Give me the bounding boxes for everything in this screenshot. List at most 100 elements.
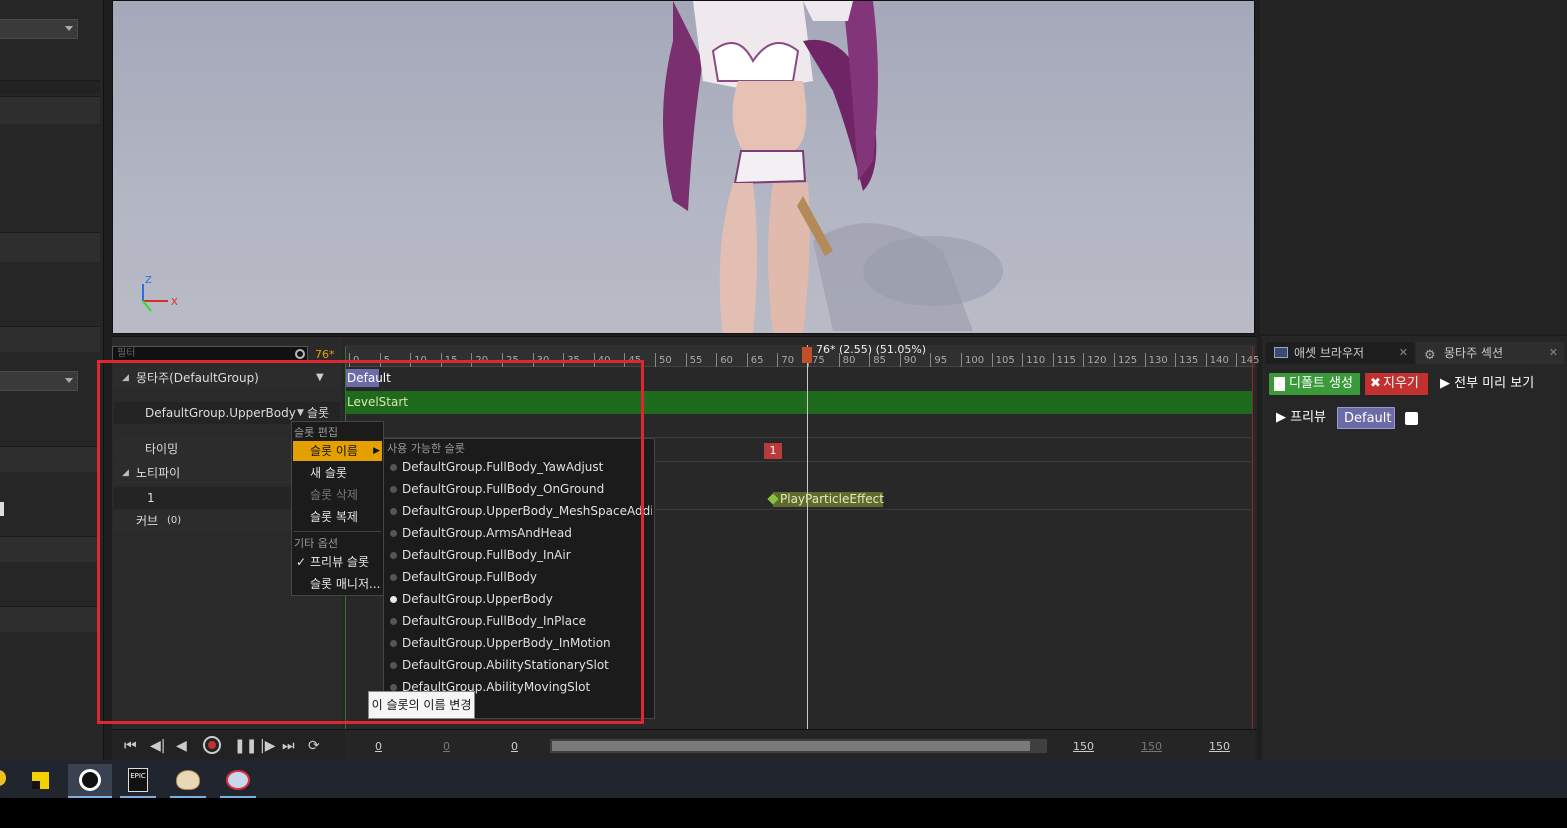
- property-row: [0, 446, 100, 472]
- preview-button[interactable]: ▶ 프리뷰: [1270, 407, 1332, 429]
- create-default-button[interactable]: 디폴트 생성: [1269, 373, 1360, 395]
- property-dropdown[interactable]: [0, 19, 78, 39]
- ruler-tick: [777, 353, 779, 367]
- right-top-panel: [1260, 0, 1567, 334]
- ruler-tick-label: 135: [1179, 355, 1199, 366]
- ruler-tick-label: 90: [903, 355, 917, 366]
- ruler-tick-label: 95: [934, 355, 948, 366]
- close-icon: ✖: [1370, 376, 1381, 391]
- range-start-3[interactable]: 0: [511, 740, 518, 753]
- ruler-tick-label: 65: [750, 355, 764, 366]
- taskbar: EPIC: [0, 760, 1567, 798]
- clear-button[interactable]: ✖ 지우기: [1365, 373, 1428, 395]
- panel-divider: [0, 80, 100, 94]
- range-end-2[interactable]: 150: [1141, 740, 1162, 753]
- ruler-tick-label: 105: [995, 355, 1015, 366]
- paint-palette-icon: [176, 770, 200, 790]
- taskbar-app-paint-3d[interactable]: [220, 764, 256, 798]
- screen-bottom: [0, 798, 1567, 828]
- property-row: [0, 606, 100, 632]
- section-default-button[interactable]: Default: [1337, 407, 1395, 429]
- range-scrollbar[interactable]: [550, 739, 1047, 753]
- ruler-tick-label: 125: [1118, 355, 1138, 366]
- ruler-tick-label: 60: [720, 355, 733, 366]
- ruler-tick-label: 85: [873, 355, 886, 366]
- ruler-tick: [1083, 353, 1085, 367]
- taskbar-app-paint[interactable]: [170, 764, 206, 798]
- step-forward-icon[interactable]: |▶: [260, 739, 275, 753]
- chevron-down-icon: [65, 378, 73, 383]
- ruler-tick-label: 120: [1087, 355, 1107, 366]
- ruler-tick: [961, 353, 962, 367]
- range-start-2[interactable]: 0: [443, 740, 450, 753]
- ruler-tick: [1175, 353, 1177, 367]
- ruler-tick-label: 50: [659, 355, 672, 366]
- ruler-tick-label: 70: [781, 355, 795, 366]
- chevron-down-icon: [65, 26, 73, 31]
- section-checkbox[interactable]: [1405, 412, 1418, 425]
- ruler-tick-label: 75: [812, 355, 825, 366]
- scrub-label: 76* (2.55) (51.05%): [816, 343, 927, 356]
- skip-to-start-icon[interactable]: ⏮: [124, 739, 137, 753]
- ruler-tick-label: 140: [1209, 355, 1229, 366]
- ruler-tick-label: 55: [689, 355, 703, 366]
- end-line: [1252, 347, 1253, 729]
- scrub-handle[interactable]: [802, 347, 812, 363]
- range-bar[interactable]: 0 0 0 150 150 150: [345, 730, 1255, 762]
- ruler-tick: [1205, 353, 1207, 367]
- property-dropdown[interactable]: [0, 371, 78, 391]
- ruler-tick: [655, 353, 656, 367]
- skip-to-end-icon[interactable]: ⏭: [282, 739, 295, 753]
- property-row: [0, 232, 100, 262]
- ruler-tick: [1144, 353, 1146, 367]
- ruler-tick: [1022, 353, 1024, 367]
- loop-icon[interactable]: ⟳: [308, 739, 320, 753]
- property-row: [0, 96, 100, 124]
- search-icon[interactable]: [295, 349, 305, 359]
- close-icon[interactable]: ✕: [1549, 342, 1558, 364]
- epic-games-icon: EPIC: [128, 768, 148, 792]
- tab-montage-sections-label: 몽타주 섹션: [1444, 346, 1504, 360]
- ruler-tick-label: 110: [1026, 355, 1046, 366]
- app-icon-partial[interactable]: [0, 770, 6, 786]
- step-back-icon[interactable]: ◀|: [150, 739, 165, 753]
- timing-marker[interactable]: 1: [764, 443, 782, 459]
- gear-icon: ⚙: [1424, 348, 1436, 363]
- ruler-tick-label: 115: [1056, 355, 1076, 366]
- axis-x-label: X: [171, 297, 178, 308]
- notify-event[interactable]: PlayParticleEffect: [773, 492, 884, 507]
- ruler-tick: [746, 353, 748, 367]
- tab-asset-browser-label: 애셋 브라우저: [1294, 346, 1365, 360]
- create-default-label: 디폴트 생성: [1289, 376, 1353, 391]
- range-scroll-thumb[interactable]: [552, 741, 1030, 751]
- range-end-1[interactable]: 150: [1073, 740, 1094, 753]
- taskbar-app-epic-games[interactable]: EPIC: [120, 764, 156, 798]
- taskbar-app-unreal-engine[interactable]: [68, 764, 112, 798]
- tab-montage-sections[interactable]: ⚙ 몽타주 섹션 ✕: [1416, 342, 1564, 364]
- ruler-tick: [1236, 353, 1238, 367]
- ruler-tick: [685, 353, 687, 367]
- property-row: [0, 326, 100, 352]
- taskbar-app-sticky-notes[interactable]: [22, 764, 58, 796]
- pause-icon[interactable]: ❚❚: [234, 739, 257, 753]
- montage-sections-panel: 애셋 브라우저 ✕ ⚙ 몽타주 섹션 ✕ 디폴트 생성 ✖ 지우기 ▶ 전부 미…: [1262, 336, 1567, 760]
- checkbox[interactable]: [0, 502, 4, 516]
- tab-asset-browser[interactable]: 애셋 브라우저 ✕: [1266, 342, 1414, 364]
- transport-bar: ⏮ ◀| ◀ ❚❚ |▶ ⏭ ⟳ 0 0 0 150 150 150: [112, 729, 1257, 762]
- ruler-tick: [1052, 353, 1054, 367]
- record-icon[interactable]: [203, 736, 221, 754]
- axis-gizmo: [142, 284, 168, 312]
- new-document-icon: [1274, 377, 1285, 391]
- highlight-box: [97, 360, 644, 724]
- range-end-3[interactable]: 150: [1209, 740, 1230, 753]
- preview-viewport[interactable]: Z X: [112, 0, 1255, 334]
- ruler-tick: [1114, 353, 1115, 367]
- character-preview: [142, 1, 1003, 333]
- preview-all-button[interactable]: ▶ 전부 미리 보기: [1434, 373, 1560, 395]
- scrub-line: [807, 345, 808, 729]
- ruler-tick-label: 130: [1148, 355, 1168, 366]
- ruler-tick-label: 100: [965, 355, 985, 366]
- play-reverse-icon[interactable]: ◀: [176, 739, 187, 753]
- range-start-1[interactable]: 0: [375, 740, 382, 753]
- close-icon[interactable]: ✕: [1399, 342, 1408, 364]
